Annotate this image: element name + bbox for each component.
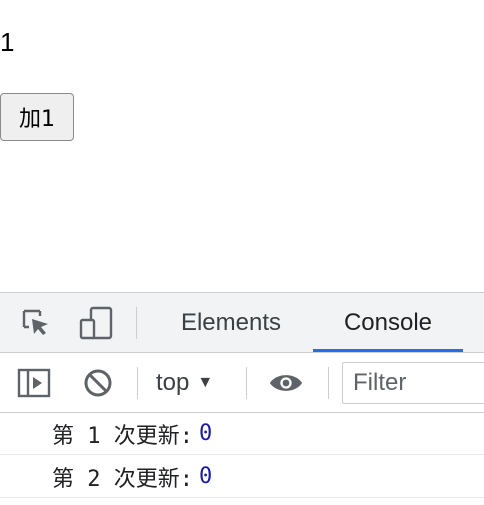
console-message-value: 0: [198, 421, 213, 446]
context-selector[interactable]: top ▼: [156, 365, 213, 401]
inspect-element-icon[interactable]: [18, 305, 54, 341]
console-message-text: 第 1 次更新:: [52, 423, 193, 449]
filter-input[interactable]: [342, 362, 484, 404]
dropdown-arrow-icon: ▼: [197, 374, 214, 391]
clear-console-icon[interactable]: [80, 365, 116, 401]
active-tab-indicator: [313, 349, 463, 352]
add-one-button[interactable]: 加1: [0, 93, 74, 141]
console-message: 第 1 次更新: 0: [0, 413, 484, 455]
page-content: 1 加1: [0, 0, 484, 292]
console-message-text: 第 2 次更新:: [52, 466, 193, 492]
live-expression-icon[interactable]: [268, 365, 304, 401]
tab-console[interactable]: Console: [313, 293, 463, 353]
toolbar-divider: [136, 307, 137, 339]
toolbar-divider: [328, 367, 329, 399]
console-message: 第 2 次更新: 0: [0, 456, 484, 498]
counter-value: 1: [0, 27, 15, 57]
show-console-sidebar-icon[interactable]: [16, 365, 52, 401]
toolbar-divider: [246, 367, 247, 399]
console-message-value: 0: [198, 464, 213, 489]
context-label: top: [156, 369, 190, 396]
tab-elements[interactable]: Elements: [160, 293, 302, 353]
devtools-panel: Elements Console top ▼ Filter 第 1 次更新: 0…: [0, 292, 484, 505]
console-toolbar: top ▼: [0, 353, 484, 413]
device-toolbar-icon[interactable]: [78, 305, 114, 341]
toolbar-divider: [137, 367, 138, 399]
devtools-tabbar: Elements Console: [0, 293, 484, 353]
